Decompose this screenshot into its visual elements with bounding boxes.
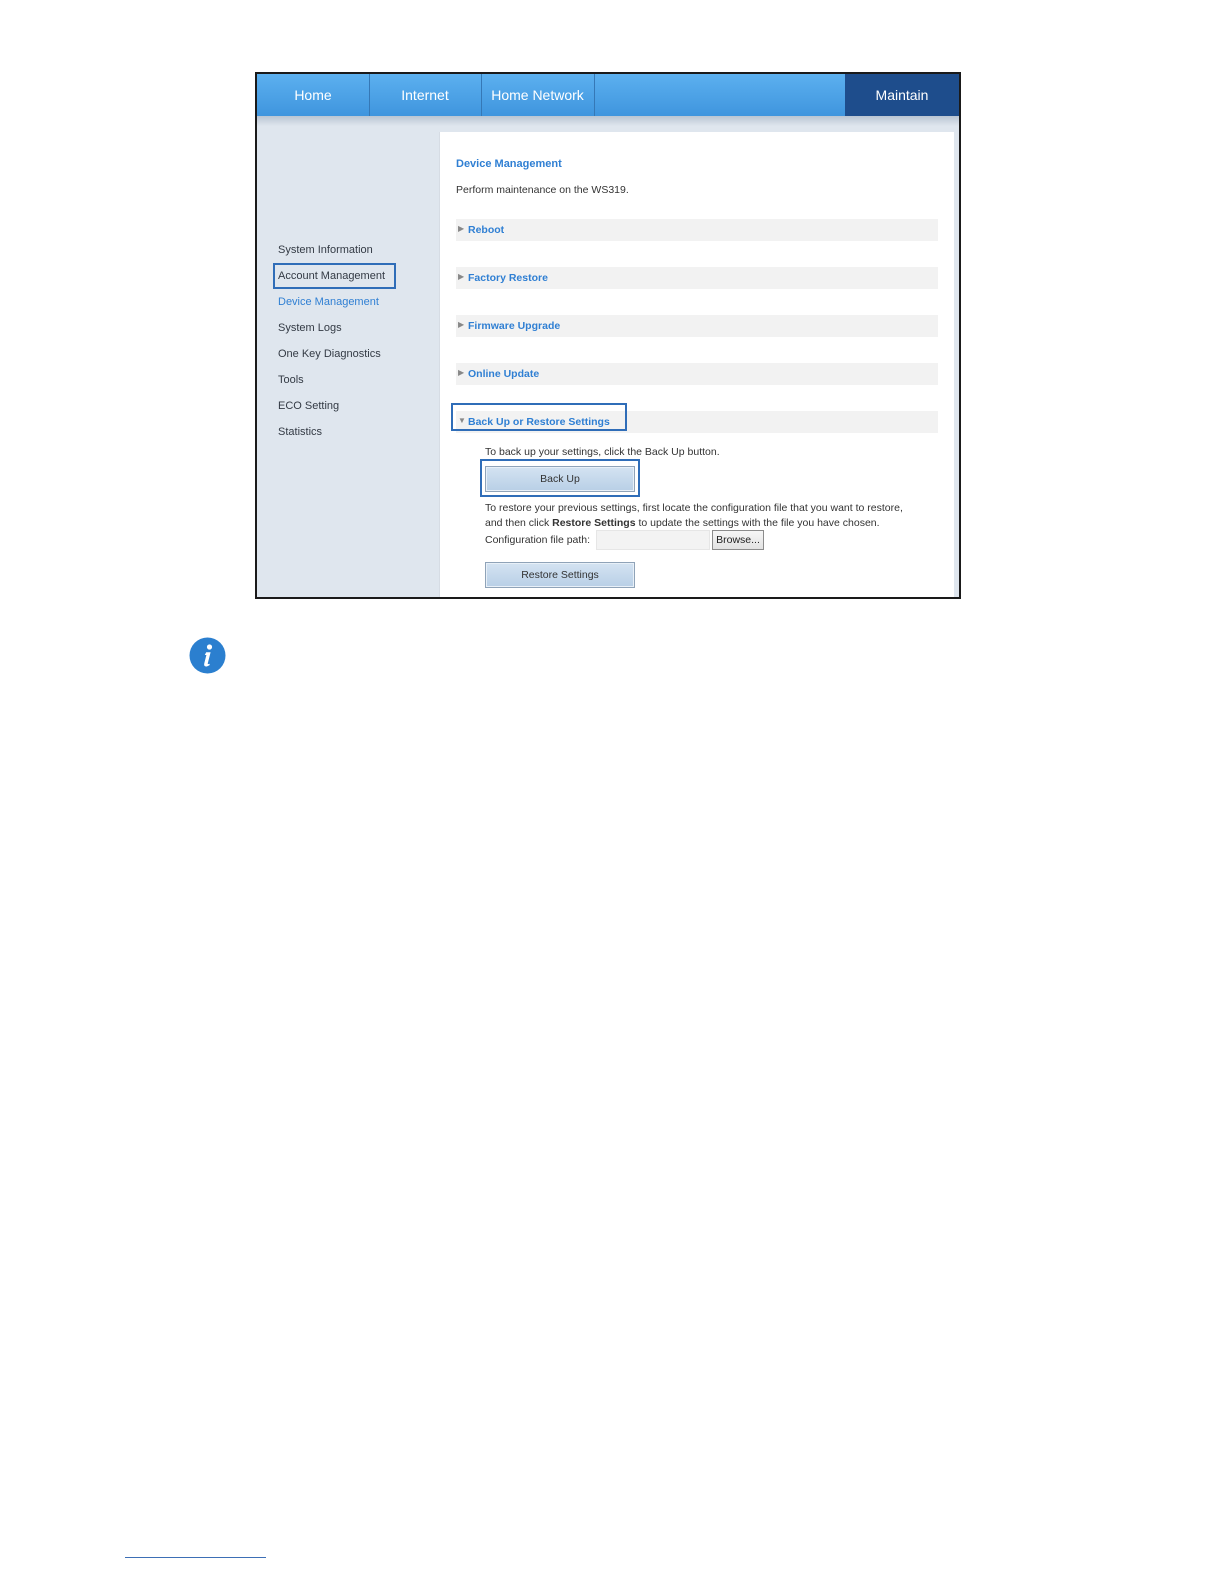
sidebar-item-tools[interactable]: Tools bbox=[278, 374, 304, 386]
tab-home[interactable]: Home bbox=[257, 74, 370, 116]
sidebar-item-statistics[interactable]: Statistics bbox=[278, 426, 322, 438]
restore-instruction-prefix: and then click bbox=[485, 517, 553, 529]
configuration-file-path-label: Configuration file path: bbox=[485, 534, 591, 546]
tab-internet[interactable]: Internet bbox=[369, 74, 482, 116]
section-label: Firmware Upgrade bbox=[468, 320, 561, 332]
section-factory-restore[interactable]: ▶ Factory Restore bbox=[456, 267, 938, 289]
info-icon bbox=[189, 637, 226, 674]
section-label: Reboot bbox=[468, 224, 505, 236]
chevron-right-icon: ▶ bbox=[458, 368, 465, 377]
sidebar-item-system-information[interactable]: System Information bbox=[278, 244, 373, 256]
chevron-right-icon: ▶ bbox=[458, 272, 465, 281]
back-up-highlight-box bbox=[480, 459, 640, 497]
section-label: Online Update bbox=[468, 368, 540, 380]
tab-maintain[interactable]: Maintain bbox=[845, 74, 959, 116]
content-panel: Device Management Perform maintenance on… bbox=[439, 132, 954, 597]
sidebar-item-system-logs[interactable]: System Logs bbox=[278, 322, 342, 334]
section-online-update[interactable]: ▶ Online Update bbox=[456, 363, 938, 385]
restore-instruction-suffix: to update the settings with the file you… bbox=[635, 517, 880, 529]
browse-button[interactable]: Browse... bbox=[712, 530, 764, 550]
document-page: Home Internet Home Network Maintain Syst… bbox=[0, 0, 1224, 1584]
restore-instruction-line1: To restore your previous settings, first… bbox=[485, 502, 903, 514]
top-navigation: Home Internet Home Network Maintain bbox=[257, 74, 959, 116]
page-description: Perform maintenance on the WS319. bbox=[456, 184, 629, 196]
sidebar-item-device-management[interactable]: Device Management bbox=[278, 296, 379, 308]
restore-settings-button[interactable]: Restore Settings bbox=[485, 562, 635, 588]
section-label: Factory Restore bbox=[468, 272, 548, 284]
sidebar-item-one-key-diagnostics[interactable]: One Key Diagnostics bbox=[278, 348, 381, 360]
restore-instruction-bold: Restore Settings bbox=[552, 517, 636, 529]
page-title: Device Management bbox=[456, 158, 562, 170]
section-reboot[interactable]: ▶ Reboot bbox=[456, 219, 938, 241]
configuration-file-path-input[interactable] bbox=[596, 530, 710, 550]
chevron-right-icon: ▶ bbox=[458, 320, 465, 329]
backup-instruction: To back up your settings, click the Back… bbox=[485, 446, 720, 458]
router-web-ui-screenshot: Home Internet Home Network Maintain Syst… bbox=[255, 72, 961, 599]
sidebar-item-eco-setting[interactable]: ECO Setting bbox=[278, 400, 339, 412]
sidebar-highlight-box bbox=[273, 263, 396, 289]
section-firmware-upgrade[interactable]: ▶ Firmware Upgrade bbox=[456, 315, 938, 337]
nav-shadow bbox=[257, 116, 959, 126]
chevron-right-icon: ▶ bbox=[458, 224, 465, 233]
footnote-rule bbox=[125, 1557, 266, 1558]
section-highlight-box bbox=[451, 403, 627, 431]
restore-instruction-line2: and then click Restore Settings to updat… bbox=[485, 517, 880, 529]
sidebar: System Information Account Management De… bbox=[257, 126, 439, 597]
tab-home-network[interactable]: Home Network bbox=[481, 74, 595, 116]
